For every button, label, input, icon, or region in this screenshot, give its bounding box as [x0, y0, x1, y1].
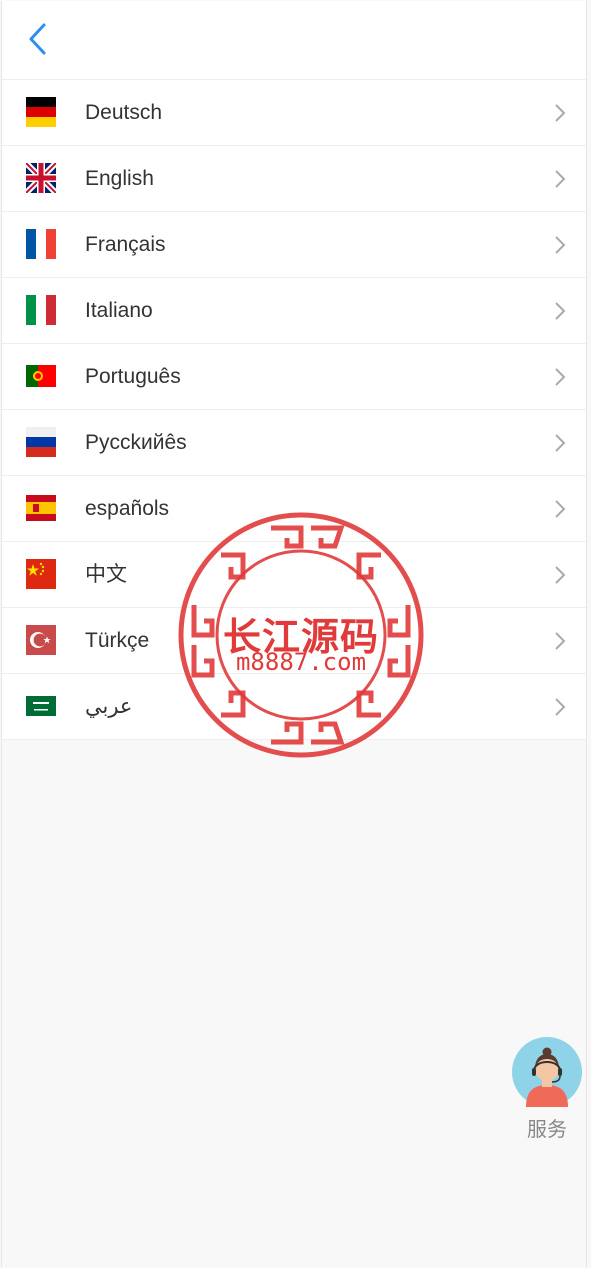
china-flag-icon — [26, 559, 56, 589]
language-label: English — [85, 167, 154, 190]
customer-service-avatar-icon — [512, 1037, 582, 1107]
language-label: Deutsch — [85, 101, 163, 124]
app-screen: Deutsch English Français Italiano Portug… — [1, 1, 587, 1267]
language-label: عربي — [85, 695, 133, 718]
chevron-right-icon — [555, 632, 566, 650]
language-label: Italiano — [85, 299, 153, 322]
chevron-right-icon — [555, 434, 566, 452]
language-item-russian[interactable]: Pycckийês — [2, 410, 586, 476]
chevron-right-icon — [555, 368, 566, 386]
language-label: Português — [85, 365, 181, 388]
saudi-flag-icon — [26, 691, 56, 721]
language-item-italiano[interactable]: Italiano — [2, 278, 586, 344]
spain-flag-icon — [26, 493, 56, 523]
turkey-flag-icon — [26, 625, 56, 655]
chevron-right-icon — [555, 302, 566, 320]
chevron-right-icon — [555, 170, 566, 188]
back-button[interactable] — [20, 19, 56, 59]
chevron-right-icon — [555, 500, 566, 518]
language-item-espanol[interactable]: españols — [2, 476, 586, 542]
language-item-turkce[interactable]: Türkçe — [2, 608, 586, 674]
chevron-left-icon — [29, 23, 46, 55]
language-item-arabic[interactable]: عربي — [2, 674, 586, 740]
chevron-right-icon — [555, 236, 566, 254]
customer-service-label: 服务 — [527, 1119, 567, 1141]
language-item-deutsch[interactable]: Deutsch — [2, 80, 586, 146]
france-flag-icon — [26, 229, 56, 259]
header-bar — [2, 1, 586, 80]
chevron-right-icon — [555, 698, 566, 716]
customer-service-button[interactable]: 服务 — [512, 1037, 584, 1147]
language-item-english[interactable]: English — [2, 146, 586, 212]
language-label: 中文 — [85, 563, 127, 586]
language-label: Français — [85, 233, 166, 256]
chevron-right-icon — [555, 104, 566, 122]
language-list: Deutsch English Français Italiano Portug… — [2, 80, 586, 740]
language-item-chinese[interactable]: 中文 — [2, 542, 586, 608]
italy-flag-icon — [26, 295, 56, 325]
germany-flag-icon — [26, 97, 56, 127]
language-item-portugues[interactable]: Português — [2, 344, 586, 410]
portugal-flag-icon — [26, 361, 56, 391]
language-label: Pycckийês — [85, 431, 187, 454]
language-label: Türkçe — [85, 629, 150, 652]
chevron-right-icon — [555, 566, 566, 584]
language-label: españols — [85, 497, 170, 520]
russia-flag-icon — [26, 427, 56, 457]
uk-flag-icon — [26, 163, 56, 193]
language-item-francais[interactable]: Français — [2, 212, 586, 278]
